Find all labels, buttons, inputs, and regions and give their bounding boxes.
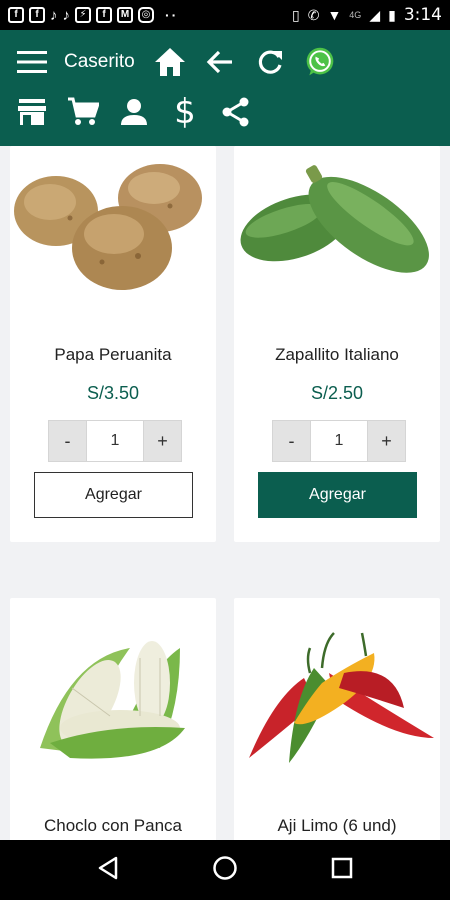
instagram-icon: ◎ bbox=[138, 7, 154, 23]
app-header: Caserito $ bbox=[0, 30, 450, 146]
back-triangle-icon[interactable] bbox=[97, 856, 119, 885]
menu-icon[interactable] bbox=[16, 46, 48, 78]
product-grid: Papa Peruanita S/3.50 - + Agregar Za bbox=[0, 146, 450, 840]
battery-icon: ▮ bbox=[388, 6, 396, 23]
facebook-icon: f bbox=[96, 7, 112, 23]
facebook-icon: f bbox=[29, 7, 45, 23]
quantity-input[interactable] bbox=[86, 421, 144, 461]
call-icon: ✆ bbox=[307, 6, 320, 23]
product-name: Zapallito Italiano bbox=[275, 345, 399, 364]
product-name: Papa Peruanita bbox=[54, 345, 172, 364]
quantity-stepper: - + bbox=[272, 420, 406, 462]
notification-icons: f f ♪ ♪ ⚡ f M ◎ ·· bbox=[8, 7, 178, 24]
decrement-button[interactable]: - bbox=[49, 421, 86, 461]
product-price: S/3.50 bbox=[86, 383, 140, 403]
wifi-icon: ▼ bbox=[327, 7, 342, 23]
product-image bbox=[234, 146, 440, 306]
user-icon[interactable] bbox=[118, 96, 150, 128]
product-price: S/2.50 bbox=[310, 383, 364, 403]
tiktok-icon: ♪ bbox=[50, 6, 58, 24]
product-card: Papa Peruanita S/3.50 - + Agregar bbox=[10, 146, 216, 542]
tiktok-icon: ♪ bbox=[62, 6, 71, 24]
quantity-input[interactable] bbox=[310, 421, 368, 461]
clock: 3:14 bbox=[403, 5, 442, 25]
facebook-icon: f bbox=[8, 7, 24, 23]
back-arrow-icon[interactable] bbox=[204, 46, 236, 78]
network-label: 4G bbox=[349, 10, 362, 20]
product-name: Choclo con Panca bbox=[44, 816, 182, 835]
app-title: Caserito bbox=[64, 51, 135, 72]
add-to-cart-button[interactable]: Agregar bbox=[34, 472, 193, 518]
product-image bbox=[234, 628, 440, 788]
home-circle-icon[interactable] bbox=[212, 855, 238, 886]
dollar-icon[interactable]: $ bbox=[169, 92, 201, 132]
product-card: Zapallito Italiano S/2.50 - + Agregar bbox=[234, 146, 440, 542]
decrement-button[interactable]: - bbox=[273, 421, 310, 461]
messenger-icon: ⚡ bbox=[75, 7, 91, 23]
product-image bbox=[10, 628, 216, 788]
recents-square-icon[interactable] bbox=[331, 857, 353, 884]
quantity-stepper: - + bbox=[48, 420, 182, 462]
product-name: Aji Limo (6 und) bbox=[277, 816, 397, 835]
product-image bbox=[10, 146, 216, 306]
home-icon[interactable] bbox=[154, 46, 186, 78]
add-to-cart-button[interactable]: Agregar bbox=[258, 472, 417, 518]
product-card: Aji Limo (6 und) bbox=[234, 598, 440, 840]
gmail-icon: M bbox=[117, 7, 133, 23]
vibrate-icon: ▯ bbox=[291, 6, 300, 23]
product-card: Choclo con Panca bbox=[10, 598, 216, 840]
store-icon[interactable] bbox=[16, 96, 48, 128]
cart-icon[interactable] bbox=[67, 96, 99, 128]
share-icon[interactable] bbox=[220, 96, 252, 128]
refresh-icon[interactable] bbox=[254, 46, 286, 78]
increment-button[interactable]: + bbox=[144, 421, 181, 461]
status-bar: f f ♪ ♪ ⚡ f M ◎ ·· ▯ ✆ ▼ 4G ◢ ▮ 3:14 bbox=[0, 0, 450, 30]
increment-button[interactable]: + bbox=[368, 421, 405, 461]
overflow-dots: ·· bbox=[165, 7, 179, 23]
whatsapp-icon[interactable] bbox=[304, 46, 336, 78]
signal-icon: ◢ bbox=[369, 6, 381, 23]
system-nav-bar bbox=[0, 840, 450, 900]
